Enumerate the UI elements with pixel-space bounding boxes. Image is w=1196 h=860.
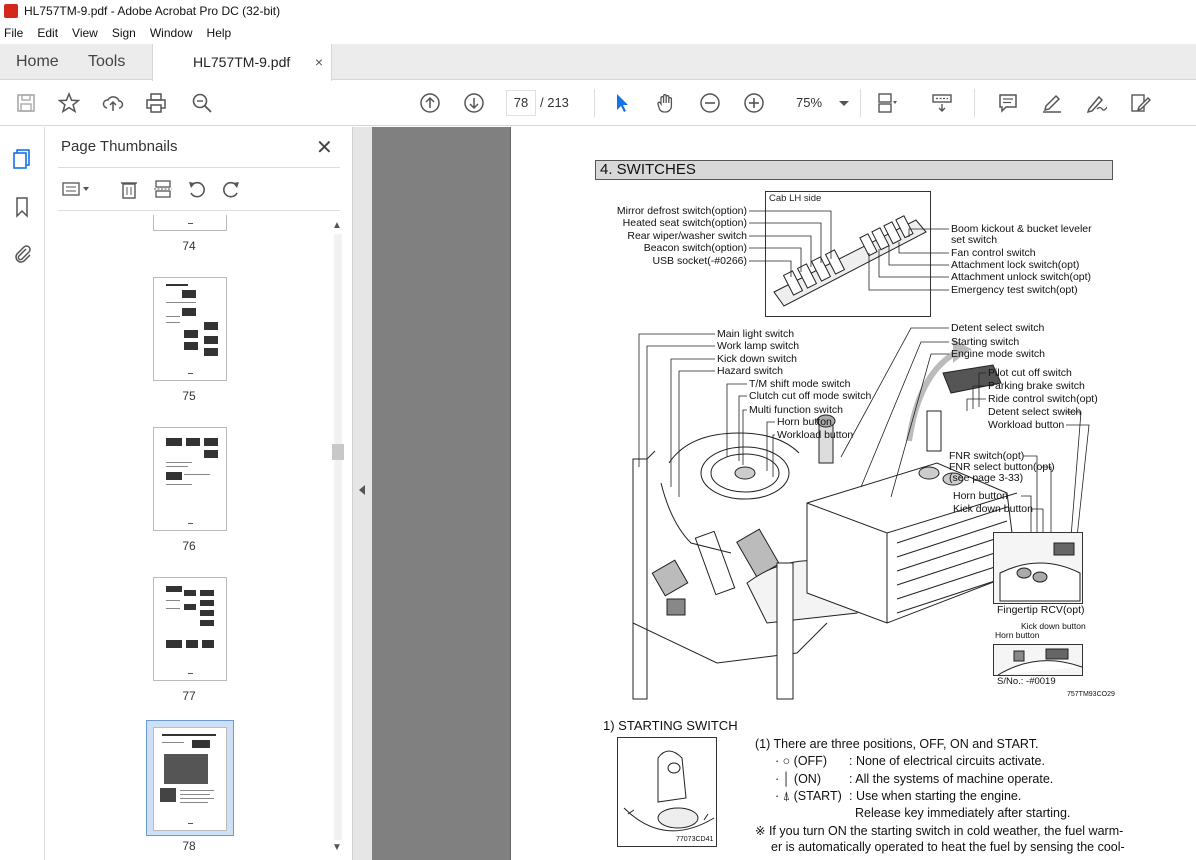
- starting-switch-figure: 77073CD41: [617, 737, 717, 847]
- tab-home[interactable]: Home: [16, 44, 59, 80]
- thumbnail-page[interactable]: [153, 277, 227, 381]
- position-on-desc: : All the systems of machine operate.: [849, 772, 1054, 786]
- window-title: HL757TM-9.pdf - Adobe Acrobat Pro DC (32…: [24, 4, 281, 18]
- pdf-page: 4. SWITCHES Cab LH side Mirror defrost s: [510, 127, 1196, 860]
- toolbar-divider: [594, 89, 595, 117]
- divider: [58, 210, 340, 211]
- scroll-up-icon[interactable]: ▲: [332, 220, 342, 231]
- page-thumbnails-icon[interactable]: [10, 147, 34, 171]
- thumbnail-page-selected[interactable]: [153, 727, 227, 831]
- options-menu-icon[interactable]: [60, 177, 94, 201]
- thumbnail-page[interactable]: [153, 577, 227, 681]
- acrobat-icon: [4, 4, 18, 18]
- note-line: er is automatically operated to heat the…: [771, 840, 1125, 854]
- comment-icon[interactable]: [996, 91, 1020, 115]
- toolbar-divider: [974, 89, 975, 117]
- scroll-track[interactable]: [334, 234, 342, 840]
- thumbnail-page[interactable]: [153, 427, 227, 531]
- tab-close-button[interactable]: ×: [315, 44, 323, 80]
- callout-label: Horn button: [995, 630, 1040, 640]
- zoom-out-icon[interactable]: [698, 91, 722, 115]
- tab-tools[interactable]: Tools: [88, 44, 125, 80]
- menu-edit[interactable]: Edit: [37, 26, 58, 40]
- scroll-down-icon[interactable]: ▼: [332, 842, 342, 853]
- chevron-down-icon[interactable]: [832, 91, 856, 115]
- note-line: ※ If you turn ON the starting switch in …: [755, 824, 1124, 838]
- delete-page-icon[interactable]: [118, 177, 140, 201]
- menu-view[interactable]: View: [72, 26, 98, 40]
- bookmarks-icon[interactable]: [10, 195, 34, 219]
- position-start: · ⍋ (START): [775, 789, 842, 803]
- thumbnail-page-number: 77: [182, 689, 196, 703]
- rotate-left-icon[interactable]: [186, 177, 208, 201]
- serial-note: S/No.: -#0019: [997, 676, 1056, 687]
- thumbnail-scrollbar[interactable]: ▲ ▼: [330, 218, 346, 858]
- bookmark-star-icon[interactable]: [57, 91, 81, 115]
- rotate-right-icon[interactable]: [220, 177, 242, 201]
- document-view[interactable]: 4. SWITCHES Cab LH side Mirror defrost s: [372, 127, 1196, 860]
- figure-code: 77073CD41: [676, 836, 714, 843]
- zoom-in-icon[interactable]: [742, 91, 766, 115]
- collapse-arrow-icon[interactable]: [359, 485, 365, 495]
- menu-file[interactable]: File: [4, 26, 23, 40]
- zoom-search-icon[interactable]: [190, 91, 214, 115]
- panel-title: Page Thumbnails: [61, 138, 178, 155]
- sub-heading: 1) STARTING SWITCH: [603, 718, 738, 733]
- extract-page-icon[interactable]: [152, 177, 174, 201]
- menu-window[interactable]: Window: [150, 26, 193, 40]
- title-bar: HL757TM-9.pdf - Adobe Acrobat Pro DC (32…: [0, 0, 1196, 22]
- print-icon[interactable]: [144, 91, 168, 115]
- menu-help[interactable]: Help: [207, 26, 232, 40]
- menu-bar: File Edit View Sign Window Help: [0, 22, 1196, 44]
- fingertip-rcv-figure: [993, 532, 1083, 604]
- scroll-thumb[interactable]: [332, 444, 344, 460]
- attachments-icon[interactable]: [10, 241, 34, 265]
- fit-page-icon[interactable]: [874, 91, 898, 115]
- thumbnail-list: 74 75 76 77 78: [46, 215, 336, 860]
- position-off: · ○ (OFF): [775, 754, 827, 768]
- prev-page-icon[interactable]: [418, 91, 442, 115]
- thumbnail-page-number: 75: [182, 389, 196, 403]
- scroll-mode-icon[interactable]: [930, 91, 954, 115]
- position-start-desc: : Use when starting the engine.: [849, 789, 1022, 803]
- select-cursor-icon[interactable]: [610, 91, 634, 115]
- close-panel-button[interactable]: ✕: [316, 135, 333, 160]
- save-icon[interactable]: [14, 91, 38, 115]
- thumbnail-panel: Page Thumbnails ✕ 74 75 76 77 78: [46, 127, 352, 860]
- tab-document[interactable]: HL757TM-9.pdf ×: [152, 44, 332, 81]
- thumbnail-page[interactable]: [153, 215, 227, 231]
- toolbar-divider: [860, 89, 861, 117]
- panel-collapse-handle[interactable]: [352, 127, 372, 860]
- toolbar: 78 / 213 75%: [0, 81, 1196, 126]
- hand-tool-icon[interactable]: [654, 91, 678, 115]
- thumbnail-page-number: 74: [182, 239, 196, 253]
- position-on: · │ (ON): [775, 772, 821, 786]
- drawing-leaders: [638, 327, 1090, 547]
- page-total: / 213: [540, 95, 569, 110]
- left-rail: [0, 127, 45, 860]
- tab-row: Home Tools HL757TM-9.pdf ×: [0, 44, 1196, 81]
- page-number-input[interactable]: 78: [506, 90, 536, 116]
- menu-sign[interactable]: Sign: [112, 26, 136, 40]
- paragraph: (1) There are three positions, OFF, ON a…: [755, 737, 1039, 751]
- next-page-icon[interactable]: [462, 91, 486, 115]
- figure-code: 757TM93CO29: [1067, 691, 1115, 698]
- position-start-desc-2: Release key immediately after starting.: [855, 806, 1071, 820]
- thumbnail-page-number: 78: [182, 839, 196, 853]
- thumbnail-tools: [58, 177, 338, 203]
- highlight-pen-icon[interactable]: [1040, 91, 1064, 115]
- draw-sign-icon[interactable]: [1084, 91, 1108, 115]
- position-off-desc: : None of electrical circuits activate.: [849, 754, 1045, 768]
- thumbnail-page-number: 76: [182, 539, 196, 553]
- upload-cloud-icon[interactable]: [101, 91, 125, 115]
- divider: [58, 167, 340, 168]
- fingertip-early-figure: [993, 644, 1083, 676]
- figure-caption: Fingertip RCV(opt): [997, 604, 1085, 616]
- fill-sign-icon[interactable]: [1128, 91, 1152, 115]
- tab-document-label: HL757TM-9.pdf: [193, 54, 291, 70]
